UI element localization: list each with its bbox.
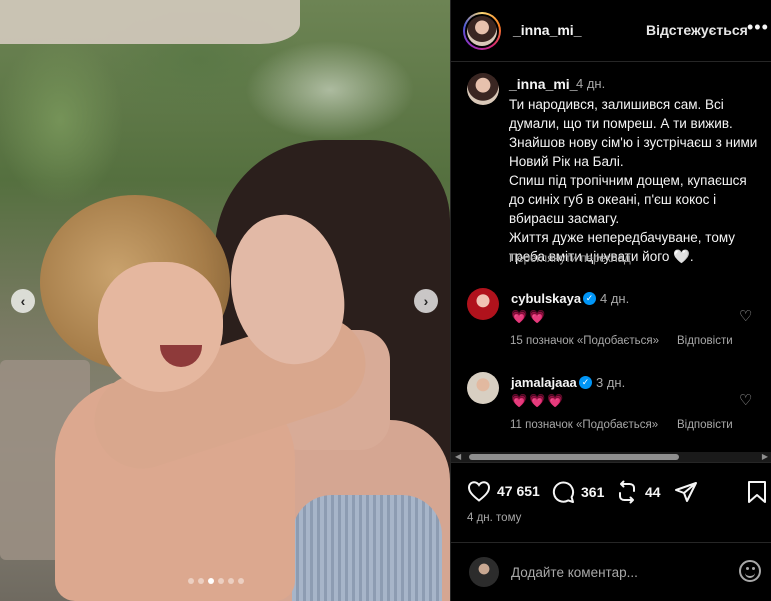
comment-text: 💗💗 xyxy=(511,309,548,324)
post-header: _inna_mi_ Відстежується ••• xyxy=(451,0,771,62)
chevron-left-icon: ‹ xyxy=(20,293,26,309)
comment-avatar[interactable] xyxy=(467,288,499,320)
comment-button[interactable]: 361 xyxy=(551,480,604,504)
heart-icon xyxy=(467,481,491,502)
following-button[interactable]: Відстежується xyxy=(646,22,748,38)
bikini-shape xyxy=(292,495,442,601)
comment-username[interactable]: cybulskaya xyxy=(511,291,581,306)
scroll-left-icon[interactable]: ◀ xyxy=(455,452,461,462)
caption-line: Ти народився, залишився сам. Всі думали,… xyxy=(509,97,758,169)
reply-button[interactable]: Відповісти xyxy=(677,335,733,347)
verified-badge-icon: ✓ xyxy=(579,376,592,389)
more-horizontal-icon[interactable]: ••• xyxy=(747,17,769,38)
post-photo[interactable]: ‹ › xyxy=(0,0,450,601)
carousel-prev-button[interactable]: ‹ xyxy=(11,289,35,313)
header-username[interactable]: _inna_mi_ xyxy=(513,22,581,38)
share-button[interactable] xyxy=(674,480,698,504)
carousel-dot xyxy=(218,578,224,584)
umbrella-shape xyxy=(0,0,300,44)
comments-section[interactable]: _inna_mi_ 4 дн. Ти народився, залишився … xyxy=(451,62,771,452)
scroll-right-icon[interactable]: ▶ xyxy=(762,452,768,462)
comment-text: 💗💗💗 xyxy=(511,393,566,408)
story-avatar[interactable] xyxy=(463,12,501,50)
carousel-dot xyxy=(238,578,244,584)
carousel-dots xyxy=(188,578,244,584)
likes-count[interactable]: 47 651 xyxy=(497,483,540,499)
comment-time: 3 дн. xyxy=(596,375,626,390)
comment-icon xyxy=(552,481,575,503)
comment-likes-count[interactable]: 11 позначок «Подобається» xyxy=(510,419,658,431)
bookmark-icon xyxy=(748,481,766,503)
see-translation-link[interactable]: Переглянути переклад xyxy=(509,253,631,265)
caption-text: Ти народився, залишився сам. Всі думали,… xyxy=(509,95,759,266)
verified-badge-icon: ✓ xyxy=(583,292,596,305)
add-comment-bar: Додайте коментар... xyxy=(451,542,771,601)
child-face-shape xyxy=(98,262,223,392)
reply-button[interactable]: Відповісти xyxy=(677,419,733,431)
emoji-icon[interactable] xyxy=(739,560,761,582)
repost-icon xyxy=(619,480,635,504)
reposts-count[interactable]: 44 xyxy=(645,484,661,500)
comment-input[interactable]: Додайте коментар... xyxy=(511,565,638,580)
carousel-next-button[interactable]: › xyxy=(414,289,438,313)
scrollbar-thumb[interactable] xyxy=(469,454,679,460)
like-button[interactable]: 47 651 xyxy=(467,480,540,502)
carousel-dot-active xyxy=(208,578,214,584)
caption-time: 4 дн. xyxy=(576,76,606,91)
current-user-avatar xyxy=(469,557,499,587)
heart-outline-icon[interactable]: ♡ xyxy=(739,391,752,409)
carousel-dot xyxy=(198,578,204,584)
comment-username[interactable]: jamalajaaa xyxy=(511,375,577,390)
post-actions-bar: 47 651 361 44 4 дн. тому xyxy=(451,462,771,542)
horizontal-scrollbar[interactable]: ◀ ▶ xyxy=(451,452,771,462)
save-button[interactable] xyxy=(747,480,767,504)
heart-outline-icon[interactable]: ♡ xyxy=(739,307,752,325)
comments-count[interactable]: 361 xyxy=(581,484,604,500)
caption-username[interactable]: _inna_mi_ xyxy=(509,76,577,92)
carousel-dot xyxy=(188,578,194,584)
comment-avatar[interactable] xyxy=(467,372,499,404)
repost-button[interactable]: 44 xyxy=(615,480,661,504)
chevron-right-icon: › xyxy=(423,293,429,309)
carousel-dot xyxy=(228,578,234,584)
comment-time: 4 дн. xyxy=(600,291,630,306)
avatar xyxy=(467,16,497,46)
post-side-panel: _inna_mi_ Відстежується ••• _inna_mi_ 4 … xyxy=(450,0,771,601)
caption-avatar[interactable] xyxy=(467,73,499,105)
caption-line: Спиш під тропічним дощем, купаєшся до си… xyxy=(509,173,747,226)
comment-likes-count[interactable]: 15 позначок «Подобається» xyxy=(510,335,659,347)
send-icon xyxy=(675,482,697,502)
post-timestamp[interactable]: 4 дн. тому xyxy=(467,512,521,524)
